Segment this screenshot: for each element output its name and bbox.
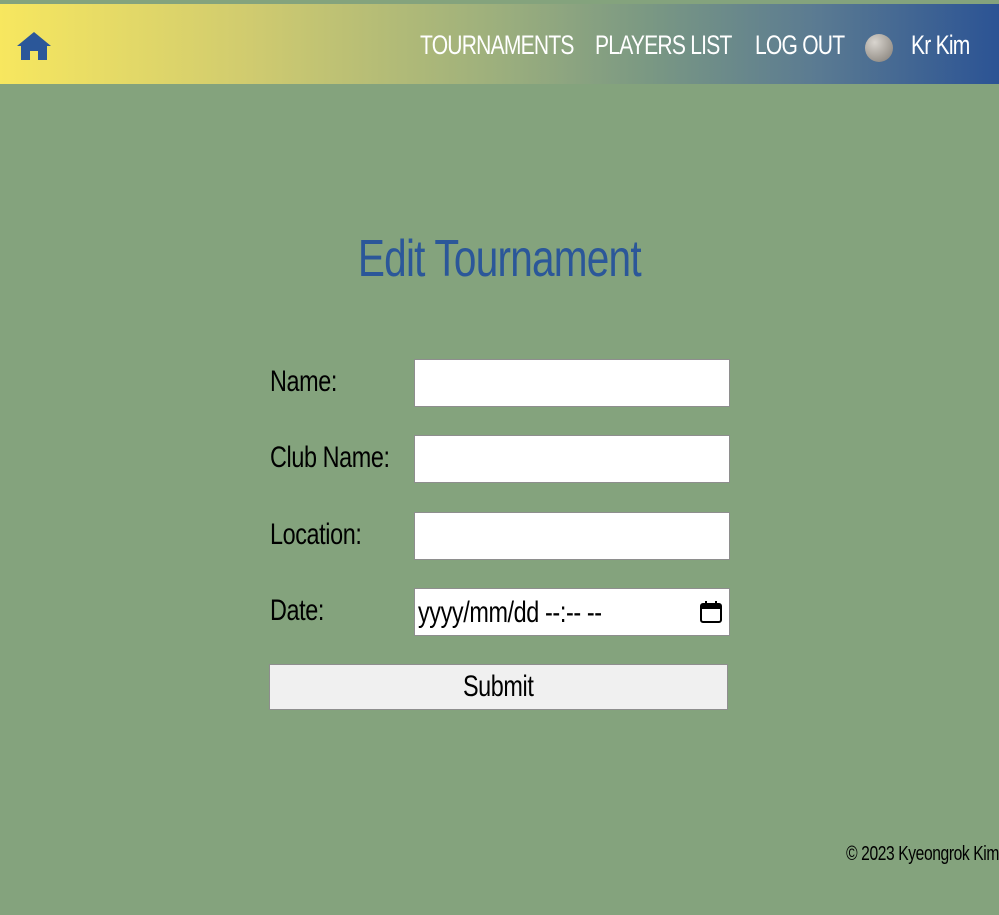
navbar: TOURNAMENTS PLAYERS LIST LOG OUT Kr Kim xyxy=(0,4,999,84)
club-name-input[interactable] xyxy=(414,435,730,483)
submit-button[interactable]: Submit xyxy=(269,664,728,710)
location-label: Location: xyxy=(270,518,362,551)
nav-link-tournaments[interactable]: TOURNAMENTS xyxy=(420,29,617,61)
name-label: Name: xyxy=(270,365,337,398)
nav-link-log-out[interactable]: LOG OUT xyxy=(755,29,870,61)
home-button[interactable] xyxy=(16,31,52,61)
footer-copyright: © 2023 Kyeongrok Kim xyxy=(846,843,999,865)
location-input[interactable] xyxy=(414,512,730,560)
date-placeholder: yyyy/mm/dd --:-- -- xyxy=(418,596,602,629)
page-title: Edit Tournament xyxy=(358,230,642,288)
date-label: Date: xyxy=(270,594,324,627)
home-icon xyxy=(17,32,51,60)
date-input[interactable]: yyyy/mm/dd --:-- -- xyxy=(414,588,730,636)
avatar[interactable] xyxy=(865,34,893,62)
user-name[interactable]: Kr Kim xyxy=(911,29,986,61)
name-input[interactable] xyxy=(414,359,730,407)
calendar-icon[interactable] xyxy=(699,600,723,624)
nav-link-players-list[interactable]: PLAYERS LIST xyxy=(595,29,770,61)
club-name-label: Club Name: xyxy=(270,441,390,474)
